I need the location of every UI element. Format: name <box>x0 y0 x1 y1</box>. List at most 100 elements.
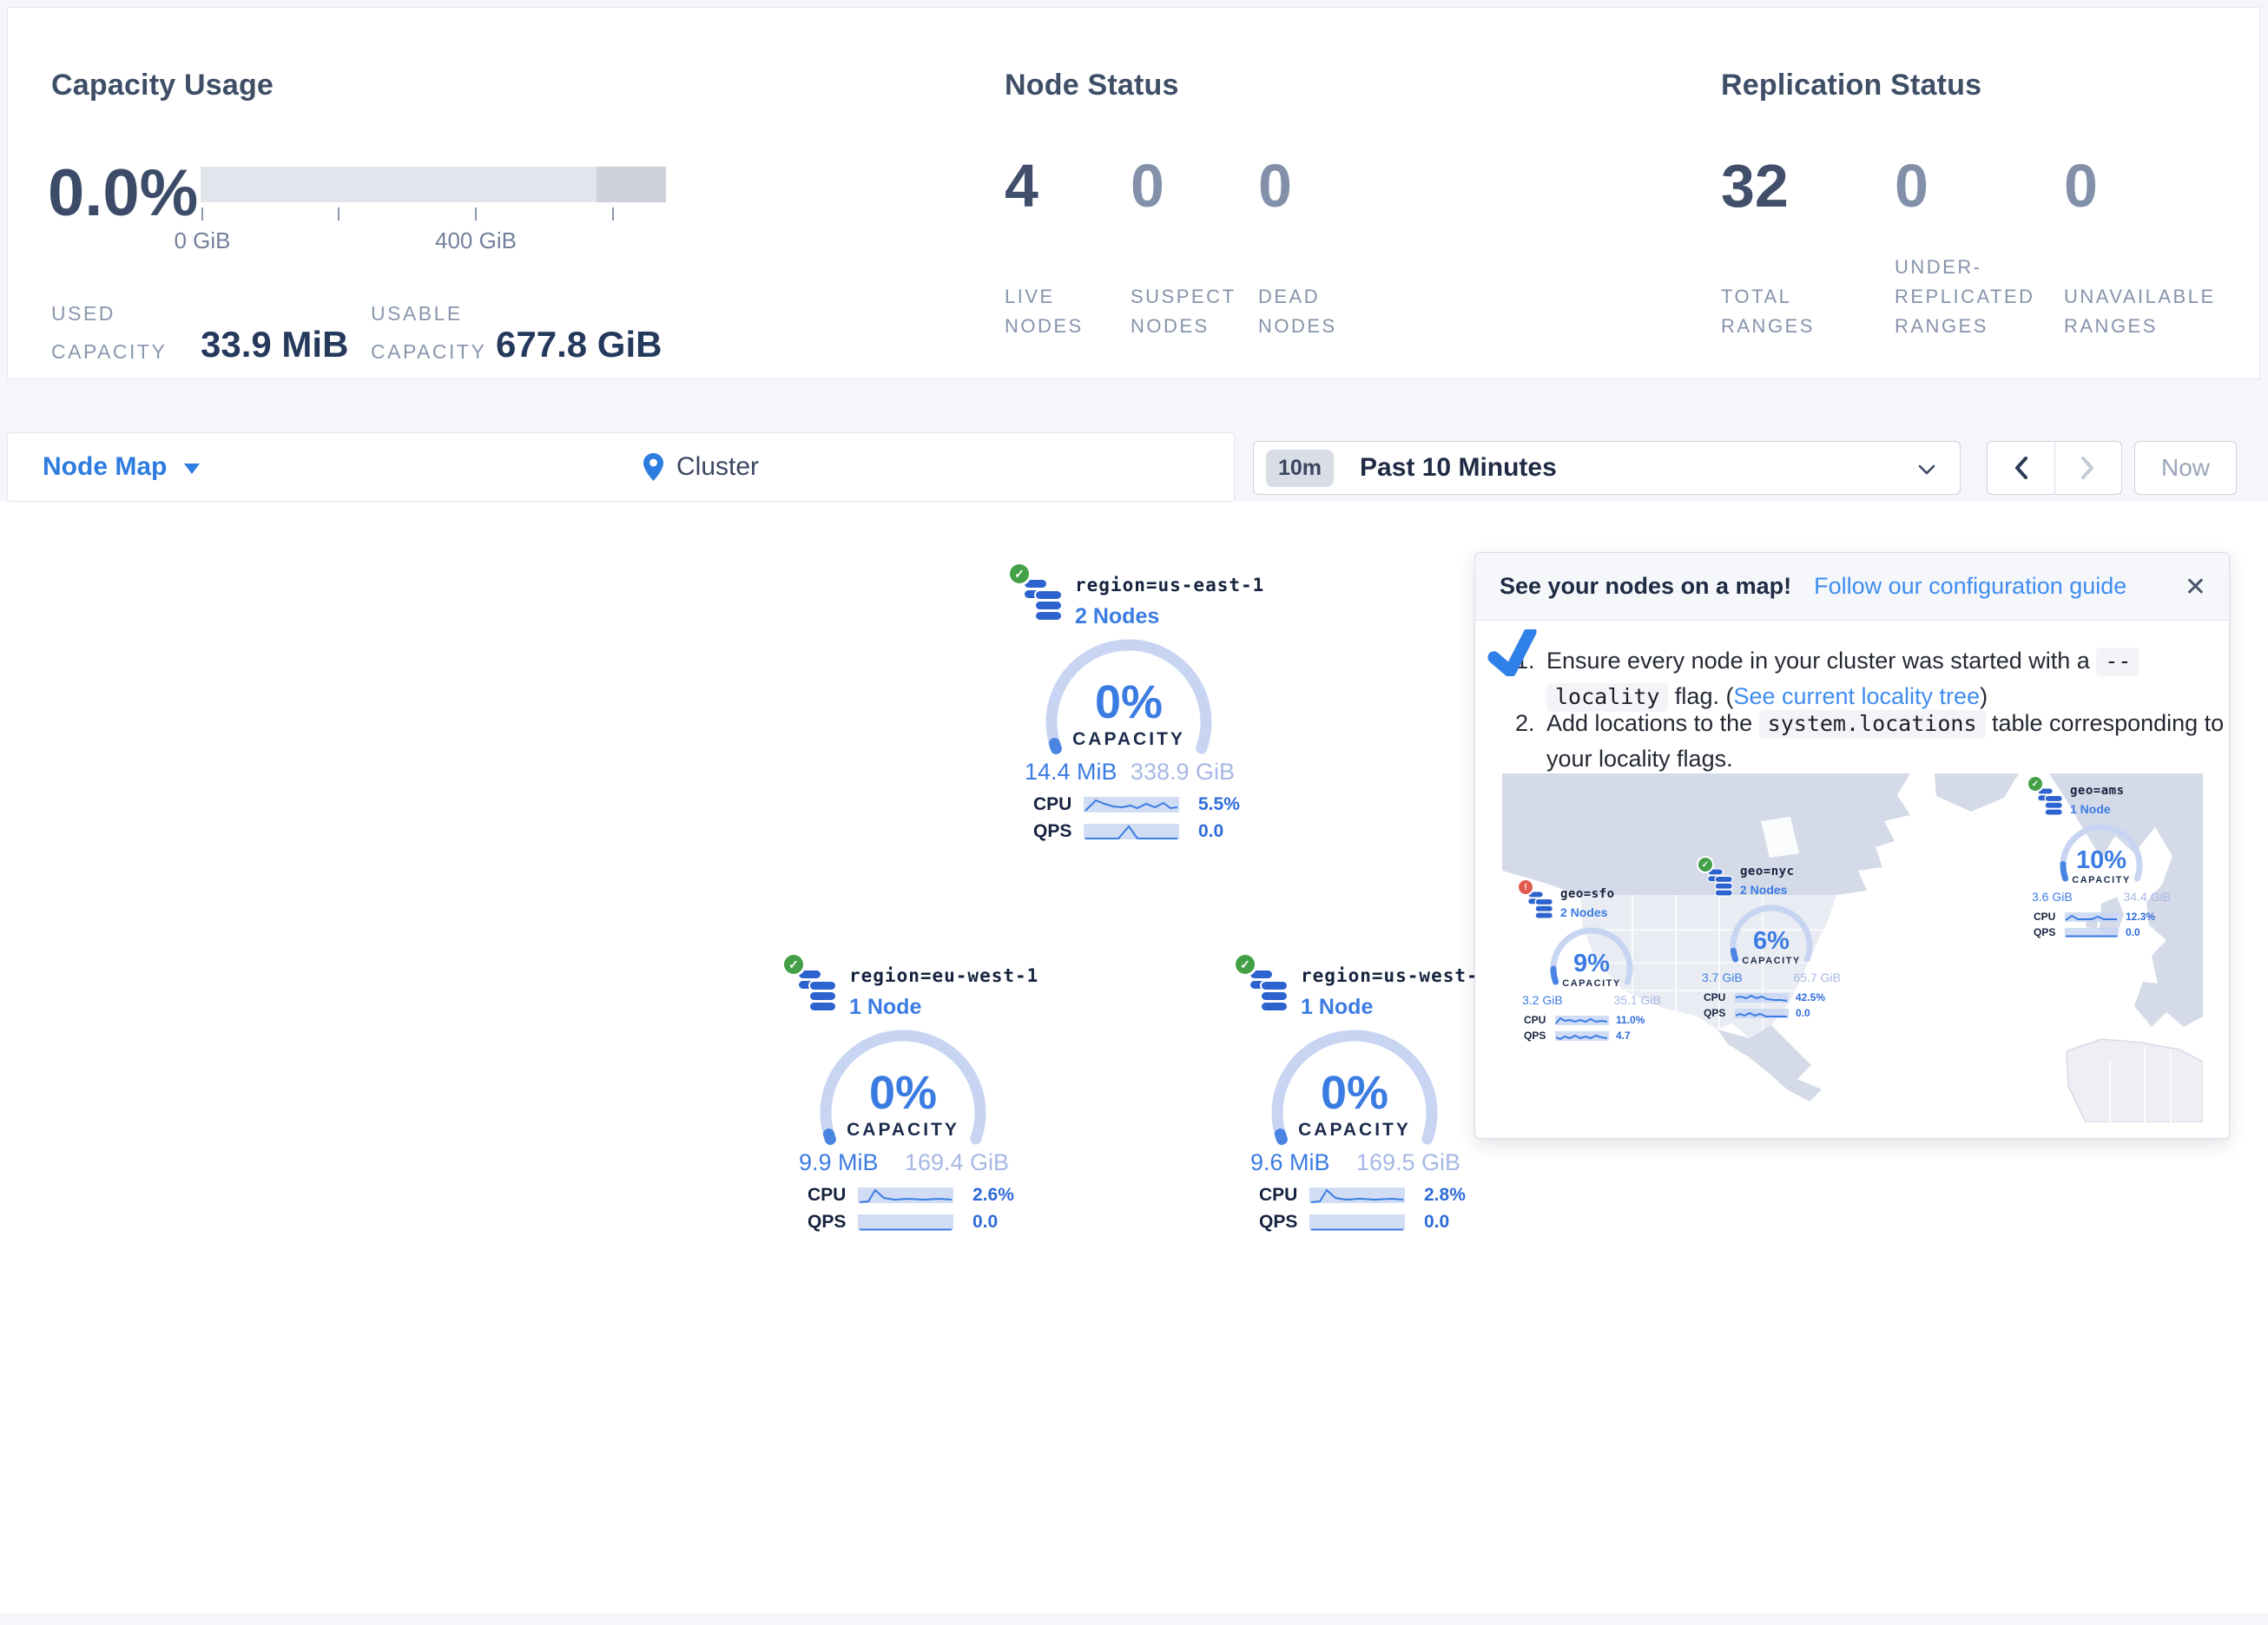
cpu-sparkline <box>1735 992 1789 1003</box>
node-status-title: Node Status <box>1005 69 1179 102</box>
region-locality-label: region=eu-west-1 <box>849 965 1038 986</box>
cpu-value: 5.5% <box>1198 794 1240 815</box>
popup-title: See your nodes on a map! <box>1500 573 1791 600</box>
capacity-usage-bar-segment <box>597 167 666 202</box>
cpu-row: CPU 12.3% <box>2034 911 2155 923</box>
capacity-total: 35.1 GiB <box>1614 993 1661 1007</box>
capacity-used-percent: 0.0% <box>48 155 198 231</box>
capacity-percent: 9% <box>1517 950 1666 978</box>
time-step-buttons <box>1987 441 2122 495</box>
time-step-forward-button[interactable] <box>2055 442 2122 494</box>
capacity-used: 3.7 GiB <box>1702 970 1743 984</box>
cpu-sparkline <box>1084 795 1179 814</box>
healthy-status-icon: ✓ <box>1698 858 1712 872</box>
region-card-eu-west-1[interactable]: ✓ region=eu-west-1 1 Node 0% CAPACITY 9.… <box>773 953 1033 1259</box>
qps-label: QPS <box>1524 1030 1555 1042</box>
qps-row: QPS 0.0 <box>1259 1213 1466 1232</box>
capacity-caption: CAPACITY <box>2027 875 2176 885</box>
cpu-sparkline <box>2065 911 2119 923</box>
step-text: Add locations to the <box>1546 710 1759 736</box>
capacity-used: 9.9 MiB <box>799 1149 879 1176</box>
step-number: 2. <box>1515 706 1546 740</box>
suspect-nodes-label: SUSPECT NODES <box>1131 282 1248 341</box>
node-count: 1 Node <box>2070 802 2111 816</box>
dead-nodes-value: 0 <box>1258 151 1292 220</box>
qps-sparkline <box>1084 822 1179 841</box>
usable-capacity-value: 677.8 GiB <box>496 324 662 365</box>
axis-tick-label: 0 GiB <box>150 227 254 254</box>
capacity-total: 169.4 GiB <box>905 1149 1009 1176</box>
region-locality-label: region=us-west-1 <box>1301 965 1490 986</box>
node-count: 2 Nodes <box>1740 883 1787 897</box>
time-range-label: Past 10 Minutes <box>1360 453 1557 483</box>
capacity-percent: 0% <box>999 675 1259 729</box>
node-stack-icon <box>1527 891 1553 919</box>
qps-label: QPS <box>1704 1007 1735 1019</box>
cpu-value: 12.3% <box>2126 911 2155 923</box>
popup-header: See your nodes on a map! Follow our conf… <box>1475 553 2229 621</box>
qps-sparkline <box>1555 1030 1609 1042</box>
now-button[interactable]: Now <box>2134 441 2237 495</box>
axis-tick <box>201 207 203 220</box>
under-replicated-ranges-label: UNDER-REPLICATED RANGES <box>1895 253 2060 341</box>
capacity-percent: 10% <box>2027 846 2176 875</box>
node-count: 2 Nodes <box>1560 905 1607 919</box>
healthy-status-icon: ✓ <box>1010 564 1029 583</box>
view-selector-dropdown[interactable]: Node Map <box>43 433 200 501</box>
locality-label: geo=ams <box>2070 784 2125 798</box>
capacity-total: 34.4 GiB <box>2124 890 2171 904</box>
region-card-us-west-1[interactable]: ✓ region=us-west-1 1 Node 0% CAPACITY 9.… <box>1224 953 1485 1259</box>
capacity-usage-bar: 0 GiB 400 GiB <box>201 167 666 202</box>
cpu-value: 11.0% <box>1616 1014 1645 1026</box>
time-range-badge: 10m <box>1266 450 1334 487</box>
cpu-label: CPU <box>808 1185 858 1206</box>
qps-row: QPS 0.0 <box>1033 822 1240 841</box>
qps-sparkline <box>2065 927 2119 938</box>
cpu-value: 2.8% <box>1424 1185 1466 1206</box>
locality-label: geo=nyc <box>1740 865 1795 878</box>
dead-nodes-label: DEAD NODES <box>1258 282 1354 341</box>
node-stack-icon <box>1707 868 1733 897</box>
cpu-row: CPU 5.5% <box>1033 795 1240 814</box>
qps-sparkline <box>1735 1008 1789 1019</box>
check-glyph: ✓ <box>1702 860 1709 870</box>
live-nodes-value: 4 <box>1005 151 1038 220</box>
capacity-used: 3.6 GiB <box>2032 890 2073 904</box>
breadcrumb[interactable]: Cluster <box>643 433 759 501</box>
capacity-caption: CAPACITY <box>1517 978 1666 989</box>
region-locality-label: region=us-east-1 <box>1075 575 1264 595</box>
alert-glyph: ! <box>1524 883 1526 892</box>
axis-tick-label: 400 GiB <box>424 227 528 254</box>
example-node-map: ! geo=sfo 2 Nodes 9% CAPACITY 3.2 GiB 35… <box>1502 773 2203 1122</box>
qps-value: 4.7 <box>1616 1030 1631 1042</box>
configuration-guide-link[interactable]: Follow our configuration guide <box>1814 573 2126 600</box>
locality-label: geo=sfo <box>1560 887 1615 901</box>
mini-node-card-geo-sfo: ! geo=sfo 2 Nodes 9% CAPACITY 3.2 GiB 35… <box>1517 878 1666 1043</box>
node-stack-icon <box>1023 578 1063 622</box>
capacity-used: 14.4 MiB <box>1025 759 1118 786</box>
completed-check-icon <box>1487 629 1538 676</box>
qps-value: 0.0 <box>1424 1212 1449 1233</box>
time-range-dropdown[interactable]: 10m Past 10 Minutes <box>1253 441 1961 495</box>
region-node-count: 1 Node <box>849 995 921 1020</box>
node-stack-icon <box>2037 787 2063 816</box>
qps-row: QPS 4.7 <box>1524 1030 1645 1042</box>
qps-sparkline <box>1309 1213 1405 1232</box>
region-node-count: 1 Node <box>1301 995 1373 1020</box>
node-stack-icon <box>797 969 837 1012</box>
capacity-usage-title: Capacity Usage <box>51 69 274 102</box>
unavailable-ranges-value: 0 <box>2064 151 2098 220</box>
axis-tick <box>612 207 614 220</box>
live-nodes-label: LIVE NODES <box>1005 282 1100 341</box>
check-glyph: ✓ <box>788 957 799 972</box>
close-icon[interactable]: ✕ <box>2185 572 2206 602</box>
qps-value: 0.0 <box>2126 926 2140 938</box>
replication-status-title: Replication Status <box>1721 69 1981 102</box>
used-capacity-label: USED CAPACITY <box>51 294 199 371</box>
region-card-us-east-1[interactable]: ✓ region=us-east-1 2 Nodes 0% CAPACITY 1… <box>999 562 1259 868</box>
under-replicated-ranges-value: 0 <box>1895 151 1928 220</box>
cpu-value: 2.6% <box>972 1185 1014 1206</box>
step-text: Ensure every node in your cluster was st… <box>1546 648 2096 674</box>
time-step-back-button[interactable] <box>1988 442 2055 494</box>
qps-label: QPS <box>1033 821 1084 842</box>
